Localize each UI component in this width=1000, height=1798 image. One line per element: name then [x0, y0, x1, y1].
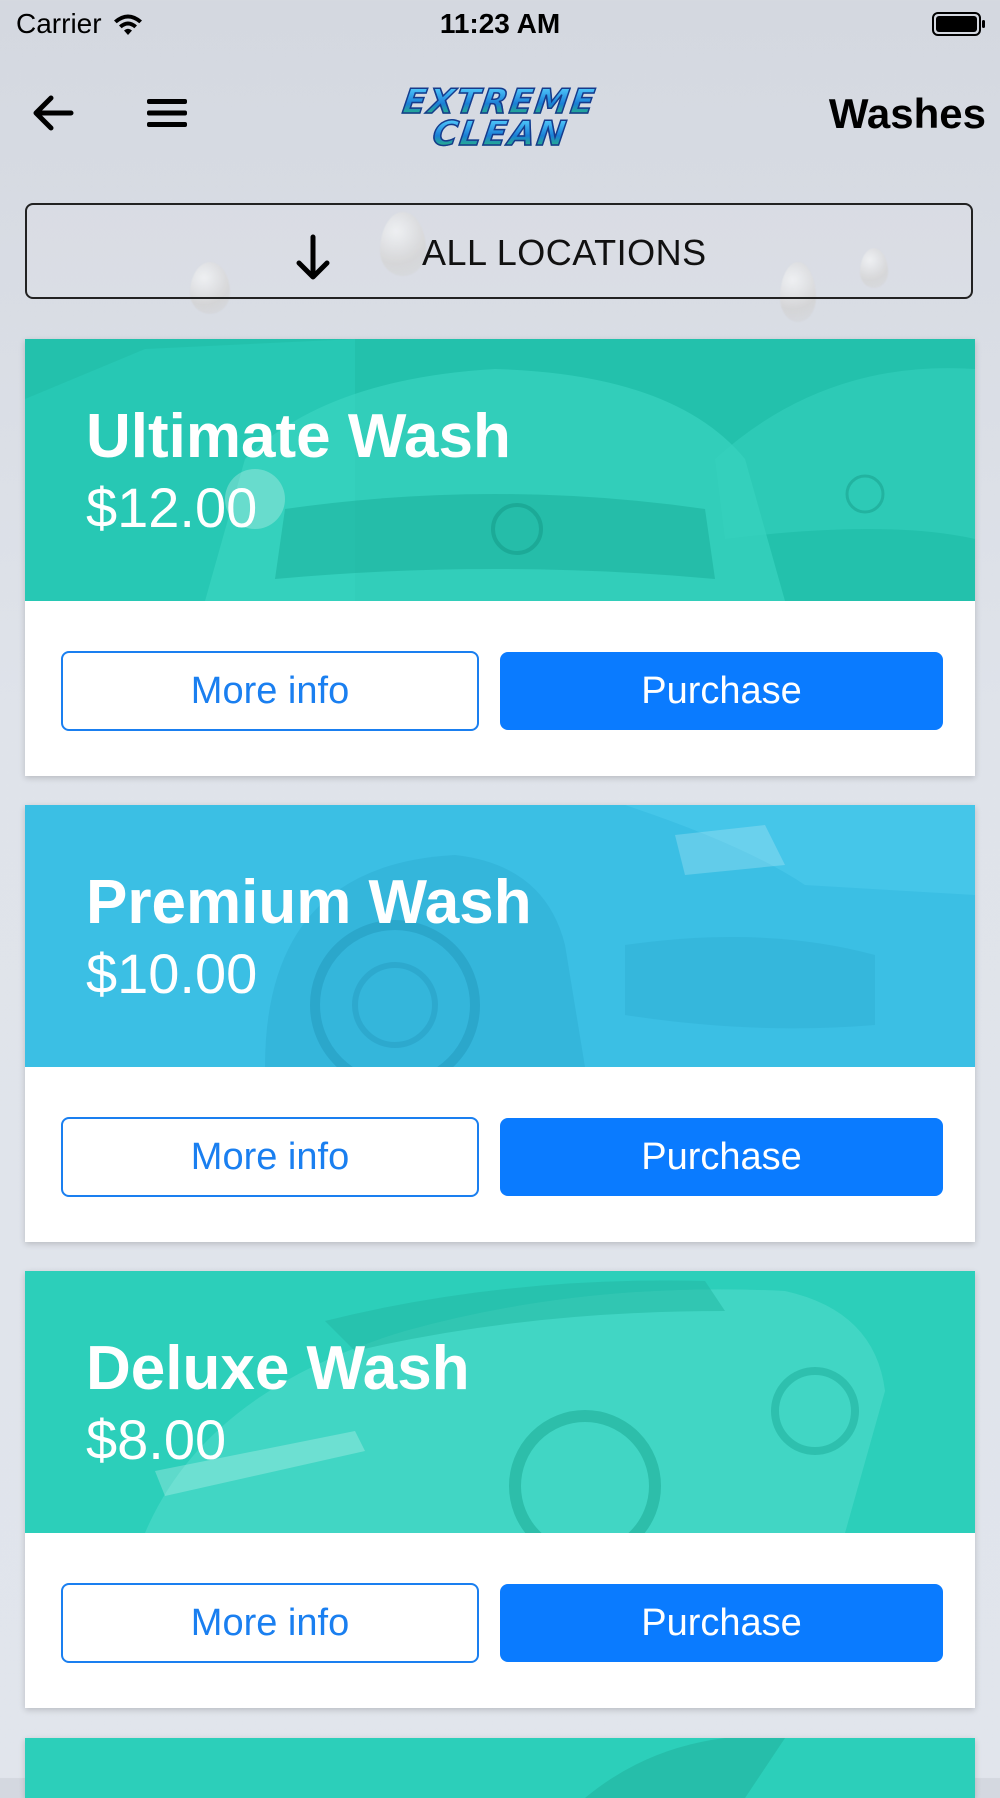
wash-price: $10.00	[86, 942, 258, 1005]
car-image	[25, 1738, 975, 1798]
location-selector-button[interactable]: ALL LOCATIONS	[25, 203, 973, 299]
wash-card-header: Deluxe Wash $8.00	[25, 1271, 975, 1533]
wash-name: Premium Wash	[86, 868, 532, 937]
logo-line-2: CLEAN	[429, 113, 571, 155]
more-info-button[interactable]: More info	[61, 1117, 479, 1197]
navigation-bar: EXTREME CLEAN Washes	[0, 60, 1000, 180]
brand-logo: EXTREME CLEAN	[360, 80, 640, 156]
location-label: ALL LOCATIONS	[422, 232, 707, 273]
arrow-down-icon	[296, 234, 330, 280]
arrow-left-icon	[33, 95, 74, 131]
back-button[interactable]	[28, 88, 78, 138]
wash-price: $8.00	[86, 1408, 227, 1471]
hamburger-menu-icon	[147, 99, 187, 127]
wash-card-partial[interactable]	[25, 1738, 975, 1798]
purchase-button[interactable]: Purchase	[500, 652, 943, 730]
wash-card-header: Ultimate Wash $12.00	[25, 339, 975, 601]
purchase-button[interactable]: Purchase	[500, 1118, 943, 1196]
battery-icon	[932, 12, 985, 36]
wash-card-header: Premium Wash $10.00	[25, 805, 975, 1067]
wash-card: Premium Wash $10.00 More info Purchase	[25, 805, 975, 1242]
more-info-button[interactable]: More info	[61, 651, 479, 731]
menu-button[interactable]	[140, 88, 194, 138]
wash-card: Ultimate Wash $12.00 More info Purchase	[25, 339, 975, 776]
wash-card: Deluxe Wash $8.00 More info Purchase	[25, 1271, 975, 1708]
page-title: Washes	[828, 90, 986, 137]
wash-name: Deluxe Wash	[86, 1334, 470, 1403]
more-info-button[interactable]: More info	[61, 1583, 479, 1663]
wash-price: $12.00	[86, 476, 258, 539]
wash-name: Ultimate Wash	[86, 402, 511, 471]
purchase-button[interactable]: Purchase	[500, 1584, 943, 1662]
clock: 11:23 AM	[439, 8, 561, 39]
status-bar: Carrier 11:23 AM	[0, 0, 1000, 50]
